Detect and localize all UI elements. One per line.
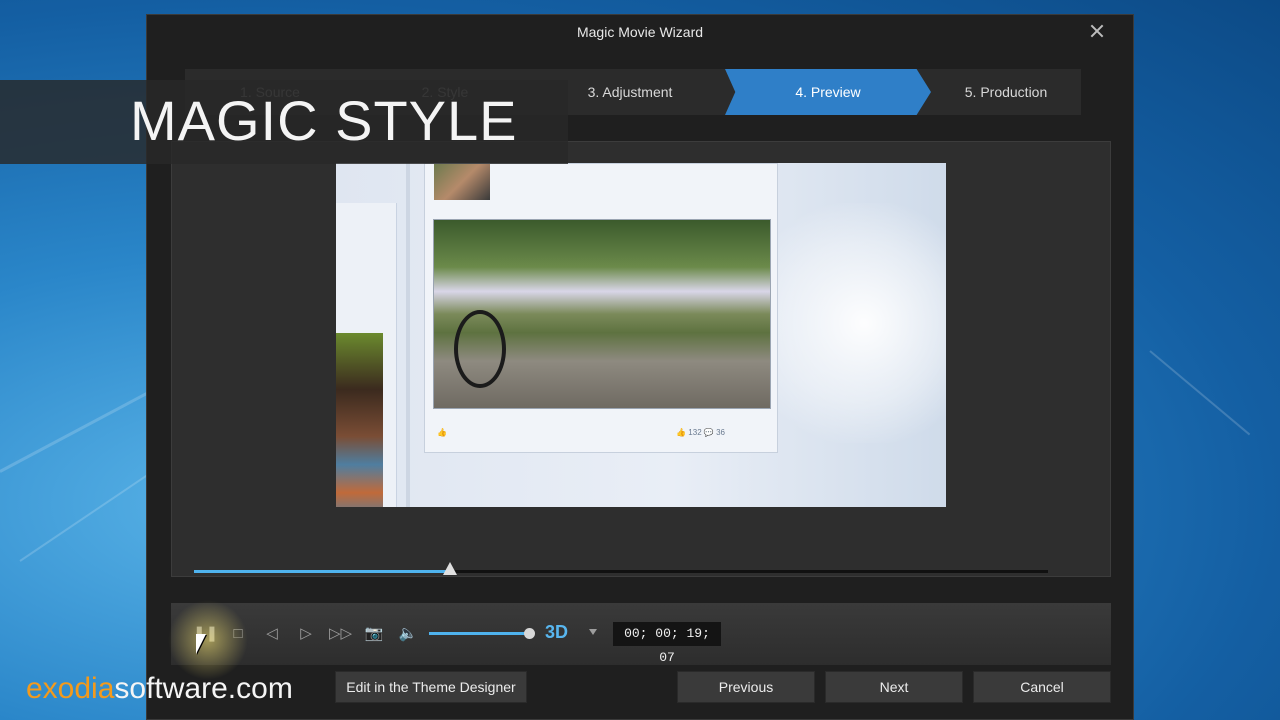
edit-in-theme-designer-button[interactable]: Edit in the Theme Designer	[335, 671, 527, 703]
avatar	[434, 164, 490, 200]
left-photo	[336, 333, 383, 507]
timecode-display: 00; 00; 19; 07	[613, 622, 721, 665]
step-production[interactable]: 5. Production	[931, 69, 1081, 115]
window-title: Magic Movie Wizard	[576, 24, 704, 40]
next-frame-icon[interactable]: ▷	[295, 623, 317, 645]
playback-controls: ❚❚ □ ◁ ▷ ▷▷ 📷 🔈 3D 00; 00; 19; 07	[171, 603, 1111, 665]
watermark: exodiasoftware.com	[26, 672, 293, 706]
likes-count: 132	[688, 428, 702, 437]
post-card: 👍 👍 132 💬 36	[424, 163, 778, 453]
3d-mode-button[interactable]: 3D	[545, 622, 568, 643]
comment-icon: 💬	[703, 428, 714, 437]
preview-stage: 👍 👍 132 💬 36	[171, 141, 1111, 577]
overlay-title: MAGIC STYLE	[130, 89, 518, 152]
thumbs-up-icon: 👍	[676, 428, 687, 437]
likes-count-group: 👍 132 💬 36	[676, 428, 725, 437]
watermark-part3: .com	[227, 672, 293, 705]
comments-count: 36	[716, 428, 725, 437]
seek-handle[interactable]	[443, 562, 458, 575]
timeline-divider	[406, 163, 410, 507]
bike-wheel-graphic	[454, 310, 506, 388]
watermark-part1: exodia	[26, 672, 115, 705]
step-preview[interactable]: 4. Preview	[725, 69, 931, 115]
previous-frame-icon[interactable]: ◁	[261, 623, 283, 645]
seek-bar[interactable]	[194, 562, 1048, 575]
chevron-down-icon[interactable]	[589, 629, 597, 635]
cloud-graphic	[776, 203, 946, 443]
post-footer: 👍 👍 132 💬 36	[433, 426, 769, 446]
desktop-streak	[1149, 350, 1251, 436]
volume-fill	[429, 632, 529, 635]
next-button[interactable]: Next	[825, 671, 963, 703]
close-icon[interactable]	[1089, 23, 1105, 39]
click-highlight	[168, 600, 248, 680]
cancel-button[interactable]: Cancel	[973, 671, 1111, 703]
previous-button[interactable]: Previous	[677, 671, 815, 703]
mouse-cursor-icon	[196, 634, 206, 654]
left-card	[336, 203, 397, 507]
like-icon: 👍	[437, 428, 447, 437]
volume-icon[interactable]: 🔈	[397, 623, 419, 645]
snapshot-camera-icon[interactable]: 📷	[363, 623, 385, 645]
fast-forward-icon[interactable]: ▷▷	[329, 623, 352, 645]
volume-handle[interactable]	[524, 628, 535, 639]
preview-frame: 👍 👍 132 💬 36	[336, 163, 946, 507]
seek-bar-fill	[194, 570, 451, 573]
video-frame	[433, 219, 771, 409]
volume-slider[interactable]	[429, 628, 535, 639]
